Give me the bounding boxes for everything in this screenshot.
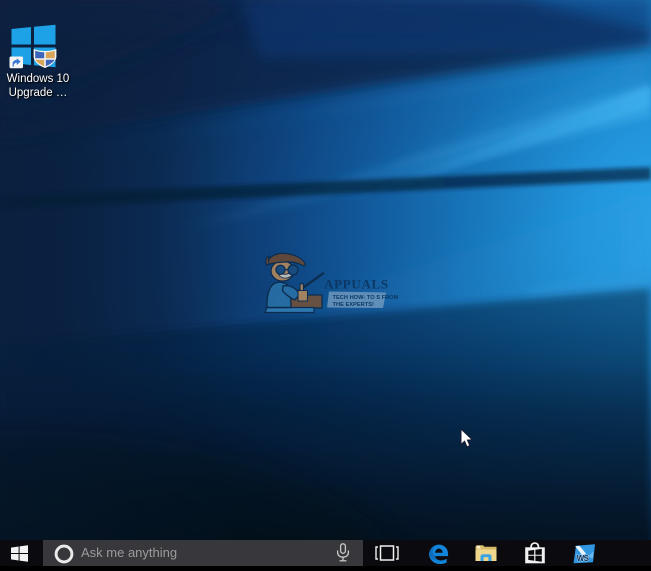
svg-text:THE EXPERTS!: THE EXPERTS! [333, 302, 375, 308]
svg-text:WS: WS [577, 554, 590, 563]
svg-text:APPUALS: APPUALS [324, 277, 389, 292]
svg-text:TECH HOW- TO S FROM: TECH HOW- TO S FROM [333, 295, 399, 301]
